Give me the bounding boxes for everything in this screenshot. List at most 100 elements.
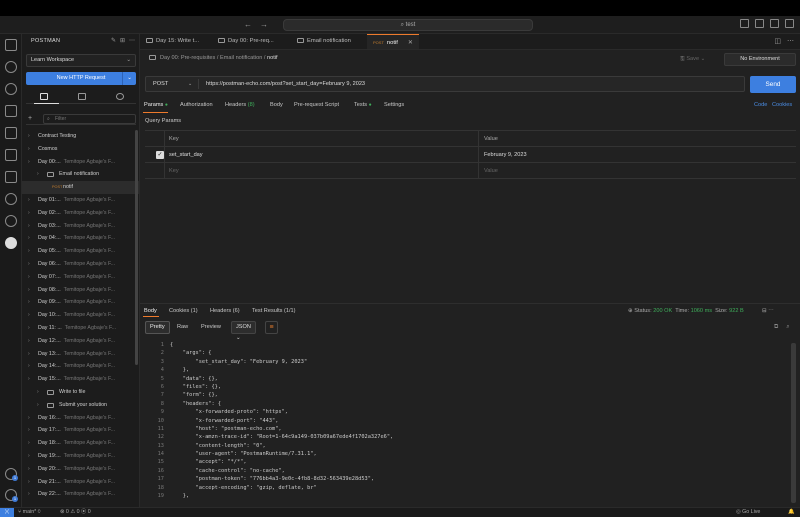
response-scrollbar[interactable] <box>791 343 796 503</box>
collection-item[interactable]: › Day 13:... Temitope Agbaje's F... <box>22 348 139 361</box>
collection-item[interactable]: › Day 00:... Temitope Agbaje's F... <box>22 156 139 169</box>
source-control-icon[interactable] <box>5 83 17 95</box>
tab-pre-request-script[interactable]: Pre-request Script <box>294 99 339 111</box>
environments-tab-icon[interactable] <box>78 93 86 100</box>
tab-body[interactable]: Body <box>270 99 283 111</box>
tab-settings[interactable]: Settings <box>384 99 404 111</box>
chevron-right-icon[interactable]: › <box>28 463 30 476</box>
new-key-input[interactable]: Key <box>169 163 179 179</box>
collection-item[interactable]: › Day 17:... Temitope Agbaje's F... <box>22 424 139 437</box>
raw-button[interactable]: Raw <box>172 321 193 334</box>
branch-indicator[interactable]: ⑂ main* ⟳ <box>18 508 41 517</box>
tab-tests[interactable]: Tests ● <box>354 99 372 111</box>
breadcrumb-part[interactable]: Email notification <box>220 55 262 61</box>
add-collection-icon[interactable]: + <box>28 115 32 122</box>
collection-item[interactable]: › Day 14:... Temitope Agbaje's F... <box>22 360 139 373</box>
go-live-button[interactable]: ◎ Go Live <box>736 508 760 517</box>
pane-divider[interactable] <box>140 303 800 304</box>
collections-tab-icon[interactable] <box>40 93 48 100</box>
collection-item[interactable]: › Day 22:... Temitope Agbaje's F... <box>22 488 139 501</box>
chevron-right-icon[interactable]: › <box>28 476 30 489</box>
chevron-right-icon[interactable]: › <box>28 156 30 169</box>
chevron-right-icon[interactable]: › <box>28 450 30 463</box>
collection-item[interactable]: › Day 21:... Temitope Agbaje's F... <box>22 476 139 489</box>
environment-selector[interactable]: No Environment <box>724 53 796 66</box>
remote-indicator-icon[interactable]: ⟩⟨ <box>0 508 14 517</box>
collection-item[interactable]: › Day 11: ... Temitope Agbaje's F... <box>22 322 139 335</box>
docker-icon[interactable] <box>5 215 17 227</box>
problems-indicator[interactable]: ⊗ 0 ⚠ 0 ⦿ 0 <box>60 508 91 517</box>
wrap-lines-icon[interactable]: ≡ <box>265 321 278 334</box>
param-key[interactable]: set_start_day <box>169 147 203 163</box>
tab-params[interactable]: Params ● <box>144 99 168 111</box>
chevron-right-icon[interactable]: › <box>28 424 30 437</box>
split-icon[interactable] <box>770 19 779 28</box>
collection-item[interactable]: › Day 20:... Temitope Agbaje's F... <box>22 463 139 476</box>
collection-item[interactable]: › Day 15:... Temitope Agbaje's F... <box>22 373 139 386</box>
collection-item[interactable]: › Day 12:... Temitope Agbaje's F... <box>22 335 139 348</box>
extensions-icon[interactable] <box>5 127 17 139</box>
folder-icon[interactable] <box>5 171 17 183</box>
collection-item[interactable]: › Day 04:... Temitope Agbaje's F... <box>22 232 139 245</box>
collection-item[interactable]: › Cosmos <box>22 143 139 156</box>
param-enabled-checkbox[interactable]: ✓ <box>156 151 164 159</box>
chevron-right-icon[interactable]: › <box>28 437 30 450</box>
request-item[interactable]: POST notif <box>22 181 139 194</box>
cookies-link[interactable]: Cookies <box>772 99 792 111</box>
back-icon[interactable]: ← <box>244 20 252 29</box>
sidebar-scrollbar[interactable] <box>135 130 138 365</box>
new-request-dropdown[interactable]: ⌄ <box>122 72 136 85</box>
collection-item[interactable]: › Contract Testing <box>22 130 139 143</box>
tab-test-results[interactable]: Test Results (1/1) <box>252 305 296 317</box>
pretty-button[interactable]: Pretty <box>145 321 170 334</box>
chevron-right-icon[interactable]: › <box>28 194 30 207</box>
collection-item[interactable]: › Day 09:... Temitope Agbaje's F... <box>22 296 139 309</box>
chevron-right-icon[interactable]: › <box>28 284 30 297</box>
split-editor-icon[interactable]: ◫ <box>774 38 781 45</box>
collection-item[interactable]: › Day 07:... Temitope Agbaje's F... <box>22 271 139 284</box>
preview-button[interactable]: Preview <box>196 321 226 334</box>
chevron-right-icon[interactable]: › <box>28 309 30 322</box>
tab-email-notification[interactable]: Email notification <box>297 34 351 49</box>
code-link[interactable]: Code <box>754 99 767 111</box>
chevron-right-icon[interactable]: › <box>28 373 30 386</box>
method-select[interactable]: POST <box>153 77 168 91</box>
filter-input[interactable]: ⌕ Filter <box>43 114 136 124</box>
chevron-right-icon[interactable]: › <box>28 207 30 220</box>
collection-item[interactable]: › Day 03:... Temitope Agbaje's F... <box>22 220 139 233</box>
chevron-right-icon[interactable]: › <box>28 322 30 335</box>
run-debug-icon[interactable] <box>5 105 17 117</box>
tab-day15[interactable]: Day 15: Write t... <box>146 34 199 49</box>
chevron-right-icon[interactable]: › <box>28 220 30 233</box>
chevron-right-icon[interactable]: › <box>37 168 39 181</box>
command-center-search[interactable]: ⌕ test <box>283 19 533 31</box>
collection-item[interactable]: › Day 19:... Temitope Agbaje's F... <box>22 450 139 463</box>
chevron-right-icon[interactable]: › <box>37 399 39 412</box>
more-icon[interactable]: ⋯ <box>129 38 135 44</box>
close-icon[interactable]: ✕ <box>408 40 413 46</box>
tab-authorization[interactable]: Authorization <box>180 99 213 111</box>
copy-icon[interactable]: ⧉ <box>774 324 778 330</box>
url-input[interactable]: https://postman-echo.com/post?set_start_… <box>206 77 365 91</box>
explorer-icon[interactable] <box>5 39 17 51</box>
collection-item[interactable]: › Day 18:... Temitope Agbaje's F... <box>22 437 139 450</box>
sidebar-toggle-icon[interactable] <box>740 19 749 28</box>
search-icon[interactable]: ⌕ <box>786 324 789 330</box>
chevron-right-icon[interactable]: › <box>28 258 30 271</box>
collection-item[interactable]: › Day 16:... Temitope Agbaje's F... <box>22 412 139 425</box>
chevron-right-icon[interactable]: › <box>37 386 39 399</box>
panel-toggle-icon[interactable] <box>755 19 764 28</box>
collection-item[interactable]: › Day 08:... Temitope Agbaje's F... <box>22 284 139 297</box>
send-button[interactable]: Send <box>750 76 796 93</box>
testing-icon[interactable] <box>5 193 17 205</box>
workspace-selector[interactable]: Learn Workspace ⌄ <box>26 54 136 67</box>
tab-notif[interactable]: POST notif ✕ <box>367 34 419 49</box>
chevron-right-icon[interactable]: › <box>28 130 30 143</box>
breadcrumb-part[interactable]: Day 00: Pre-requisites <box>160 55 215 61</box>
collection-item[interactable]: › Day 02:... Temitope Agbaje's F... <box>22 207 139 220</box>
folder-item[interactable]: › Write to file <box>22 386 139 399</box>
new-value-input[interactable]: Value <box>484 163 498 179</box>
collection-item[interactable]: › Day 06:... Temitope Agbaje's F... <box>22 258 139 271</box>
more-icon[interactable]: ⋯ <box>787 38 794 45</box>
folder-item[interactable]: › Email notification <box>22 168 139 181</box>
